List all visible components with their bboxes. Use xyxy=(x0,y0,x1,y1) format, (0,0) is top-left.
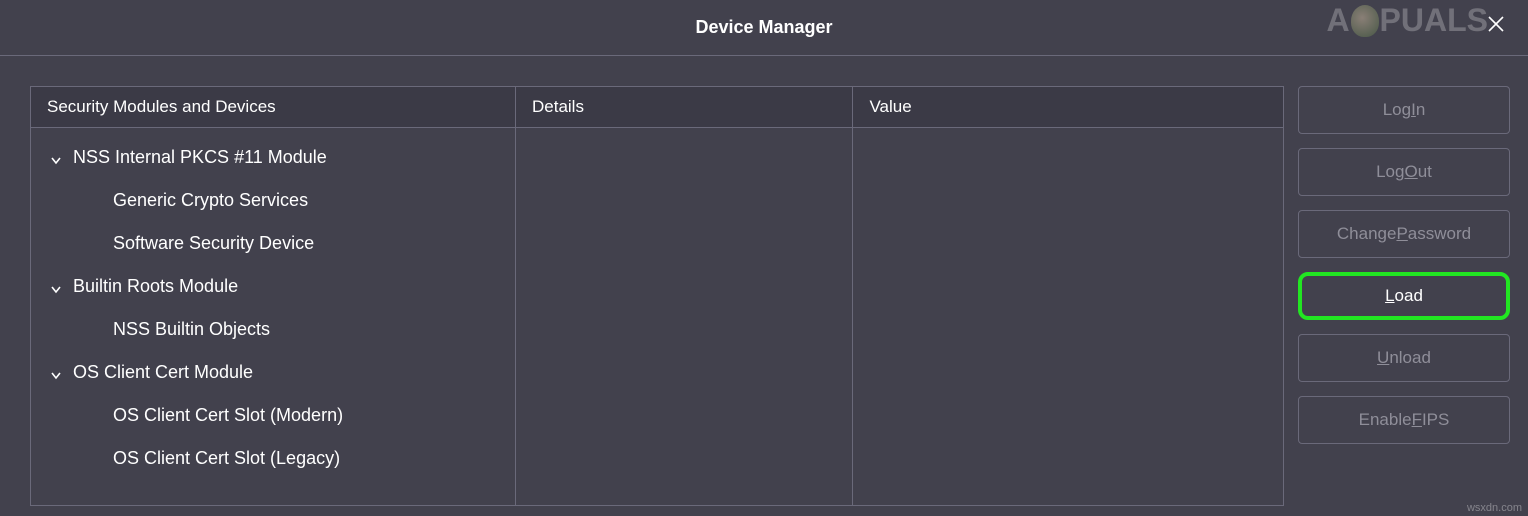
window-title: Device Manager xyxy=(695,17,832,38)
modules-header: Security Modules and Devices xyxy=(31,87,515,128)
modules-panel: Security Modules and Devices NSS Interna… xyxy=(30,86,515,506)
chevron-down-icon xyxy=(49,363,63,377)
module-label: NSS Internal PKCS #11 Module xyxy=(73,147,327,167)
details-header: Details xyxy=(516,87,852,128)
load-button[interactable]: Load xyxy=(1298,272,1510,320)
device-os-client-cert-legacy[interactable]: OS Client Cert Slot (Legacy) xyxy=(31,437,515,480)
chevron-down-icon xyxy=(49,148,63,162)
button-sidebar: Log In Log Out Change Password Load Unlo… xyxy=(1298,86,1510,506)
enable-fips-button[interactable]: Enable FIPS xyxy=(1298,396,1510,444)
close-icon[interactable] xyxy=(1482,10,1510,38)
device-software-security[interactable]: Software Security Device xyxy=(31,222,515,265)
module-label: Builtin Roots Module xyxy=(73,276,238,296)
module-os-client-cert[interactable]: OS Client Cert Module xyxy=(31,351,515,394)
module-nss-internal[interactable]: NSS Internal PKCS #11 Module xyxy=(31,136,515,179)
device-os-client-cert-modern[interactable]: OS Client Cert Slot (Modern) xyxy=(31,394,515,437)
titlebar: Device Manager xyxy=(0,0,1528,56)
footer-watermark: wsxdn.com xyxy=(1467,502,1522,514)
logout-button[interactable]: Log Out xyxy=(1298,148,1510,196)
value-column: Value xyxy=(853,87,1283,505)
chevron-down-icon xyxy=(49,277,63,291)
module-label: OS Client Cert Module xyxy=(73,362,253,382)
value-header: Value xyxy=(853,87,1283,128)
details-panel: Details Value xyxy=(515,86,1284,506)
details-column: Details xyxy=(516,87,853,505)
unload-button[interactable]: Unload xyxy=(1298,334,1510,382)
content-area: Security Modules and Devices NSS Interna… xyxy=(0,56,1528,516)
login-button[interactable]: Log In xyxy=(1298,86,1510,134)
panels: Security Modules and Devices NSS Interna… xyxy=(30,86,1284,506)
modules-tree: NSS Internal PKCS #11 Module Generic Cry… xyxy=(31,128,515,488)
change-password-button[interactable]: Change Password xyxy=(1298,210,1510,258)
device-nss-builtin-objects[interactable]: NSS Builtin Objects xyxy=(31,308,515,351)
module-builtin-roots[interactable]: Builtin Roots Module xyxy=(31,265,515,308)
device-generic-crypto[interactable]: Generic Crypto Services xyxy=(31,179,515,222)
